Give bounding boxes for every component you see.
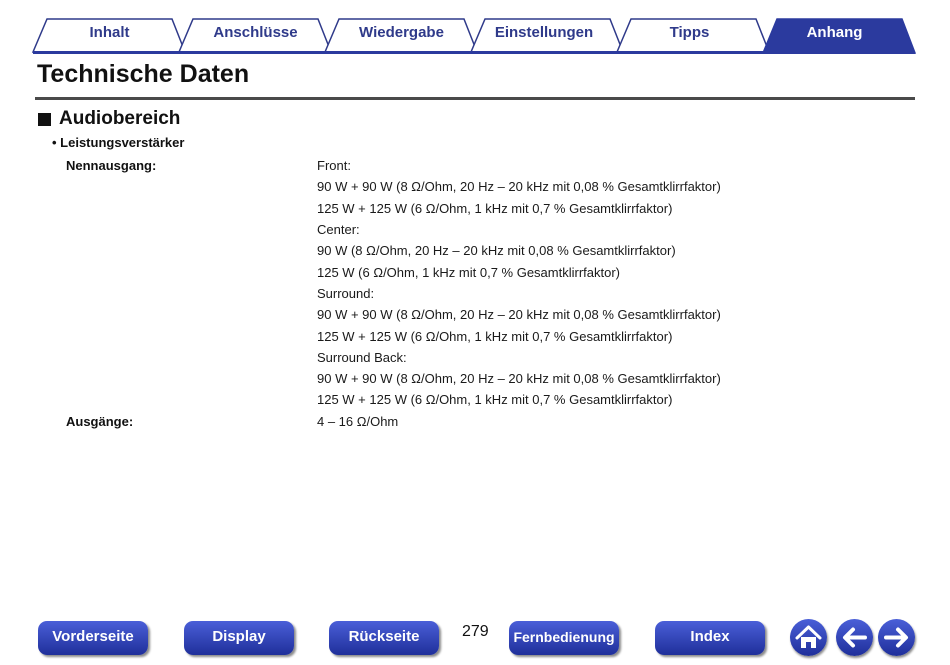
spec-line: 125 W + 125 W (6 Ω/Ohm, 1 kHz mit 0,7 % … [317, 201, 673, 216]
tab-bar: Inhalt Anschlüsse Wiedergabe Einstellung… [0, 0, 950, 56]
page-title: Technische Daten [37, 60, 250, 88]
spec-line: 90 W (8 Ω/Ohm, 20 Hz – 20 kHz mit 0,08 %… [317, 243, 676, 258]
spec-line: 90 W + 90 W (8 Ω/Ohm, 20 Hz – 20 kHz mit… [317, 307, 721, 322]
tab-inhalt[interactable]: Inhalt [47, 22, 172, 44]
tab-anhang[interactable]: Anhang [772, 22, 897, 44]
spec-line: 90 W + 90 W (8 Ω/Ohm, 20 Hz – 20 kHz mit… [317, 371, 721, 386]
spec-line: Surround: [317, 286, 375, 301]
title-divider [35, 97, 915, 100]
tab-wiedergabe[interactable]: Wiedergabe [339, 22, 464, 44]
spec-line: Front: [317, 158, 351, 173]
home-icon [795, 625, 822, 648]
section-title: Audiobereich [59, 108, 181, 129]
spec-line: 125 W + 125 W (6 Ω/Ohm, 1 kHz mit 0,7 % … [317, 392, 673, 407]
spec-line: Center: [317, 222, 360, 237]
fernbedienung-button[interactable]: Fernbedienung [509, 621, 619, 655]
back-button[interactable] [836, 619, 873, 656]
subsection-heading: • Leistungsverstärker [52, 135, 184, 150]
spec-line: Surround Back: [317, 350, 407, 365]
arrow-left-icon [843, 627, 867, 648]
tab-baseline [33, 51, 915, 54]
square-bullet-icon [38, 112, 51, 126]
bullet-icon: • [52, 135, 61, 150]
forward-button[interactable] [878, 619, 915, 656]
spec-label-nennausgang: Nennausgang: [66, 158, 157, 173]
page-number: 279 [462, 623, 489, 640]
tab-anschluesse[interactable]: Anschlüsse [193, 22, 318, 44]
spec-line: 125 W (6 Ω/Ohm, 1 kHz mit 0,7 % Gesamtkl… [317, 265, 621, 280]
arrow-right-icon [884, 627, 908, 648]
index-button[interactable]: Index [655, 621, 765, 655]
rueckseite-button[interactable]: Rückseite [329, 621, 439, 655]
tab-einstellungen[interactable]: Einstellungen [485, 22, 603, 44]
display-button[interactable]: Display [184, 621, 294, 655]
spec-line: 90 W + 90 W (8 Ω/Ohm, 20 Hz – 20 kHz mit… [317, 179, 721, 194]
tab-tipps[interactable]: Tipps [627, 22, 752, 44]
home-button[interactable] [790, 619, 827, 656]
spec-label-ausgaenge: Ausgänge: [66, 414, 134, 429]
spec-value-ausgaenge: 4 – 16 Ω/Ohm [317, 414, 399, 429]
vorderseite-button[interactable]: Vorderseite [38, 621, 148, 655]
spec-line: 125 W + 125 W (6 Ω/Ohm, 1 kHz mit 0,7 % … [317, 329, 673, 344]
section-heading: Audiobereich [38, 108, 180, 130]
subsection-title: Leistungsverstärker [60, 135, 185, 150]
